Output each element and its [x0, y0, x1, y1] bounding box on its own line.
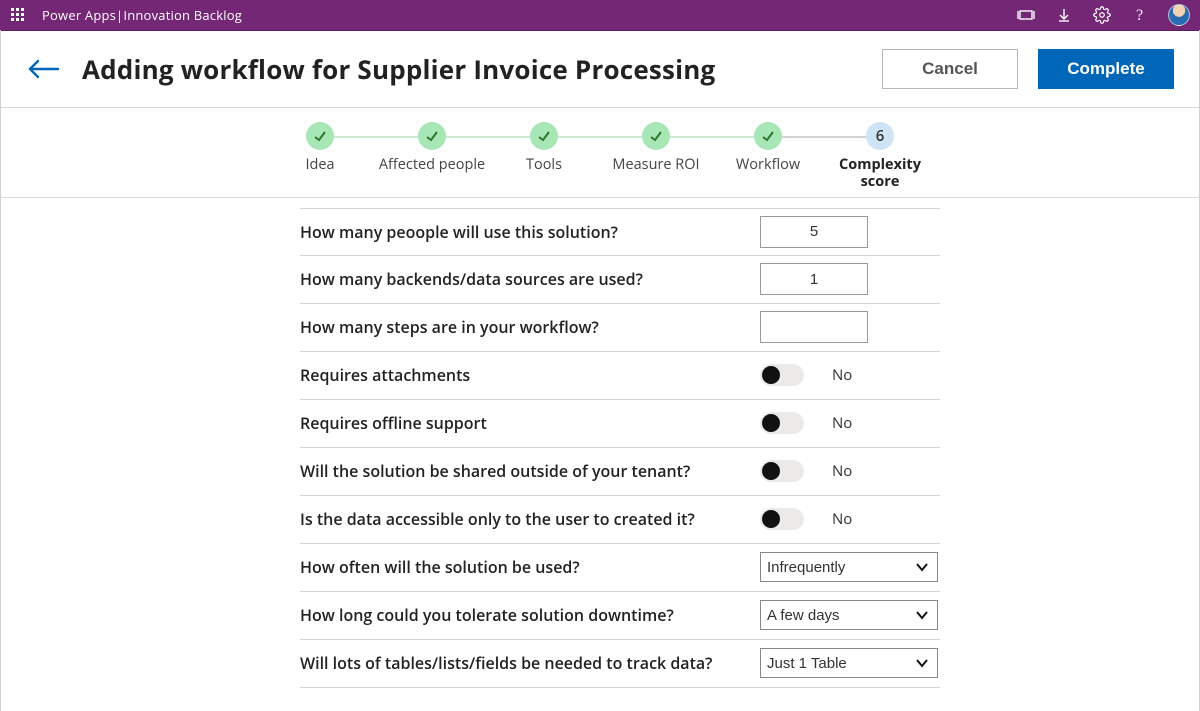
toggle-private-data-label: No: [832, 509, 862, 529]
question-attachments: Requires attachments: [300, 364, 760, 386]
cancel-button[interactable]: Cancel: [882, 49, 1018, 89]
input-workflow-steps[interactable]: [760, 311, 868, 343]
topbar-appname: Innovation Backlog: [123, 6, 242, 24]
question-offline: Requires offline support: [300, 412, 760, 434]
app-topbar: Power Apps | Innovation Backlog ?: [0, 0, 1200, 30]
check-icon: [536, 128, 552, 144]
question-tables: Will lots of tables/lists/fields be need…: [300, 652, 760, 674]
download-icon[interactable]: [1050, 1, 1078, 29]
step-workflow[interactable]: Workflow: [712, 122, 824, 173]
check-icon: [312, 128, 328, 144]
svg-text:?: ?: [1136, 7, 1143, 24]
input-backends-count[interactable]: [760, 263, 868, 295]
toggle-attachments[interactable]: [760, 364, 804, 386]
check-icon: [648, 128, 664, 144]
back-arrow-icon[interactable]: [26, 57, 60, 81]
step-measure-roi[interactable]: Measure ROI: [600, 122, 712, 173]
question-frequency: How often will the solution be used?: [300, 556, 760, 578]
question-people: How many peoople will use this solution?: [300, 221, 760, 243]
fit-to-screen-icon[interactable]: [1012, 1, 1040, 29]
topbar-product: Power Apps: [42, 6, 116, 24]
help-icon[interactable]: ?: [1126, 1, 1154, 29]
step-tools[interactable]: Tools: [488, 122, 600, 173]
toggle-private-data[interactable]: [760, 508, 804, 530]
input-people-count[interactable]: [760, 216, 868, 248]
step-affected-people[interactable]: Affected people: [376, 122, 488, 173]
toggle-attachments-label: No: [832, 365, 862, 385]
app-launcher-icon[interactable]: [10, 7, 26, 23]
complexity-form: How many peoople will use this solution?…: [300, 208, 940, 688]
user-avatar[interactable]: [1168, 4, 1190, 26]
question-private-data: Is the data accessible only to the user …: [300, 508, 760, 530]
check-icon: [424, 128, 440, 144]
select-frequency[interactable]: Infrequently: [760, 552, 938, 582]
wizard-stepper: Idea Affected people Tools Measure ROI W…: [0, 108, 1200, 198]
step-complexity-score[interactable]: 6 Complexity score: [824, 122, 936, 191]
toggle-offline[interactable]: [760, 412, 804, 434]
topbar-separator: |: [116, 6, 123, 24]
complete-button[interactable]: Complete: [1038, 49, 1174, 89]
check-icon: [760, 128, 776, 144]
step-number-badge: 6: [866, 122, 894, 150]
select-tables[interactable]: Just 1 Table: [760, 648, 938, 678]
question-steps: How many steps are in your workflow?: [300, 316, 760, 338]
settings-gear-icon[interactable]: [1088, 1, 1116, 29]
toggle-shared-outside-label: No: [832, 461, 862, 481]
toggle-shared-outside[interactable]: [760, 460, 804, 482]
step-idea[interactable]: Idea: [264, 122, 376, 173]
toggle-offline-label: No: [832, 413, 862, 433]
select-downtime[interactable]: A few days: [760, 600, 938, 630]
question-downtime: How long could you tolerate solution dow…: [300, 604, 760, 626]
question-backends: How many backends/data sources are used?: [300, 268, 760, 290]
page-title: Adding workflow for Supplier Invoice Pro…: [82, 51, 715, 87]
question-shared-outside: Will the solution be shared outside of y…: [300, 460, 760, 482]
